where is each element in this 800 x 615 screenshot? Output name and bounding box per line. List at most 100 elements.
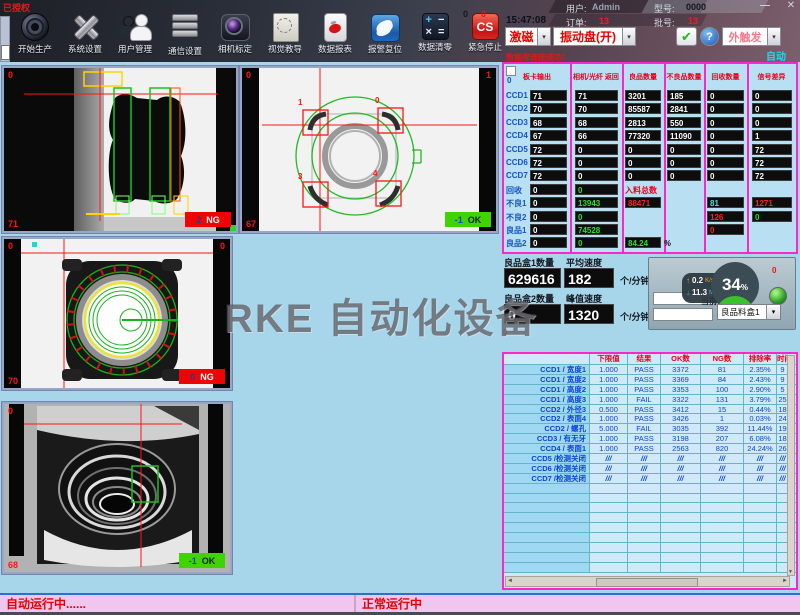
vertical-scrollbar[interactable] <box>787 355 795 576</box>
tray-input-2[interactable] <box>653 308 713 321</box>
inspection-cell <box>590 563 628 572</box>
count-value-box: 0 <box>707 90 744 101</box>
camera-view-4[interactable]: 0 68 -1 OK <box>2 402 232 574</box>
users-icon <box>118 12 152 42</box>
inspection-cell <box>744 503 777 512</box>
inspection-cell <box>590 513 628 522</box>
camera-view-1[interactable]: 0 71 2 NG <box>2 66 238 233</box>
count-value-box: 84.24% <box>625 237 661 248</box>
inspection-cell <box>701 523 744 532</box>
trigger-mode-dropdown[interactable]: 外触发 <box>722 27 781 46</box>
left-edge-widget[interactable] <box>0 16 10 62</box>
inspection-cell: 1.000 <box>590 444 628 453</box>
scrollbar-thumb[interactable] <box>596 578 698 587</box>
inspection-item-label: CCD2 / 外径3 <box>504 405 590 414</box>
count-value-box: 0 <box>752 211 792 222</box>
inspection-cell: /// <box>590 474 628 483</box>
count-value-box: 2813 <box>625 117 661 128</box>
count-value-box: 0 <box>752 117 792 128</box>
result-text: OK <box>468 215 482 225</box>
inspection-cell: 392 <box>701 424 744 433</box>
camera-view-2[interactable]: 1034 0 1 67 -1 OK <box>240 66 498 233</box>
gauge-percent: 34 <box>722 275 741 294</box>
count-value-box: 70 <box>575 103 618 114</box>
inspection-cell <box>661 553 701 562</box>
excite-dropdown-value: 激磁 <box>505 27 538 46</box>
toolbar-button-settings[interactable]: 系统设置 <box>60 12 110 61</box>
toolbar-button-comm[interactable]: 通信设置 <box>160 12 210 61</box>
camera3-result-badge: 0 NG <box>179 369 225 384</box>
camera-icon <box>218 12 252 42</box>
chevron-down-icon[interactable] <box>623 27 636 46</box>
toolbar-button-report[interactable]: 数据报表 <box>310 12 360 61</box>
inspection-row <box>504 484 796 494</box>
toolbar-button-estop[interactable]: CS紧急停止 <box>460 12 510 61</box>
inspection-row: CCD2 / 外径30.500PASS3412150.44%18 <box>504 405 796 415</box>
minimize-button[interactable]: — <box>752 0 778 12</box>
count-table-row: 不良2001260 <box>504 211 796 224</box>
toolbar-button-vision[interactable]: 视觉教导 <box>260 12 310 61</box>
status-led <box>769 287 787 305</box>
inspection-item-label: CCD2 / 螺孔 <box>504 424 590 433</box>
inspection-cell <box>628 484 661 493</box>
toolbar-button-users[interactable]: 用户管理 <box>110 12 160 61</box>
inspection-item-label: CCD1 / 高度2 <box>504 385 590 394</box>
inspection-cell: /// <box>590 454 628 463</box>
count-value-box: 0 <box>575 157 618 168</box>
close-button[interactable]: ✕ <box>782 0 800 12</box>
result-text: NG <box>206 215 220 225</box>
inspection-cell: /// <box>701 464 744 473</box>
chevron-down-icon[interactable] <box>538 27 551 46</box>
count-table-body: CCD17171320118500CCD2707085587284100CCD3… <box>504 90 796 251</box>
toolbar-button-alarm[interactable]: 报警复位 <box>360 12 410 61</box>
inspection-cell <box>661 503 701 512</box>
result-count: -1 <box>189 556 197 566</box>
inspection-cell: 1 <box>701 414 744 423</box>
count-value-box: 67 <box>530 130 567 141</box>
batch-value: 13 <box>688 16 698 26</box>
inspection-cell <box>701 503 744 512</box>
toolbar-button-label: 用户管理 <box>110 43 160 55</box>
avg-speed-unit: 个/分钟 <box>620 274 650 287</box>
horizontal-scrollbar[interactable] <box>505 576 790 587</box>
inspection-item-label <box>504 494 590 503</box>
inspection-cell <box>701 563 744 572</box>
count-value-box: 0 <box>752 90 792 101</box>
camera-view-3[interactable]: 0 0 70 0 NG <box>2 237 232 390</box>
toolbar-button-label: 相机标定 <box>210 43 260 55</box>
inspection-cell: 下限值 <box>590 354 628 364</box>
help-button[interactable]: ? <box>700 27 719 46</box>
count-table-row: 良品10745280 <box>504 224 796 237</box>
toolbar-button-production[interactable]: 开始生产 <box>10 12 60 61</box>
inspection-cell: 1.000 <box>590 434 628 443</box>
confirm-button[interactable]: ✔ <box>676 27 697 46</box>
tray-select-dropdown[interactable]: 良品料盒1 <box>717 304 781 320</box>
inspection-cell: PASS <box>628 434 661 443</box>
box1-count-value: 629616 <box>504 268 561 288</box>
gauge-zero-flag: 0 <box>772 266 776 275</box>
vibration-dropdown[interactable]: 振动盘(开) <box>553 27 636 46</box>
inspection-cell: 5.000 <box>590 424 628 433</box>
inspection-cell <box>701 553 744 562</box>
result-text: NG <box>200 372 214 382</box>
percent-gauge[interactable]: 34% <box>711 262 759 310</box>
camera4-result-badge: -1 OK <box>179 553 225 568</box>
inspection-cell: 3.79% <box>744 395 777 404</box>
count-value-box: 72 <box>752 157 792 168</box>
count-value-box: 0 <box>530 197 567 208</box>
excite-dropdown[interactable]: 激磁 <box>505 27 551 46</box>
chevron-down-icon[interactable] <box>768 27 781 46</box>
count-value-box: 126 <box>707 211 744 222</box>
header-bar: 已授权 开始生产系统设置用户管理通信设置相机标定视觉教导数据报表报警复位+−×=… <box>0 0 800 62</box>
left-edge-handle[interactable] <box>1 45 10 60</box>
count-value-box: 66 <box>575 130 618 141</box>
inspection-row <box>504 523 796 533</box>
inspection-cell: 3353 <box>661 385 701 394</box>
count-table-header: 良品数量 <box>622 67 664 87</box>
toolbar-button-camera[interactable]: 相机标定 <box>210 12 260 61</box>
toolbar-button-clear[interactable]: +−×=数据清零 <box>410 12 460 61</box>
inspection-cell: PASS <box>628 385 661 394</box>
chevron-down-icon[interactable] <box>766 305 780 319</box>
camera4-index: 0 <box>8 406 13 416</box>
count-value-box: 71 <box>530 90 567 101</box>
